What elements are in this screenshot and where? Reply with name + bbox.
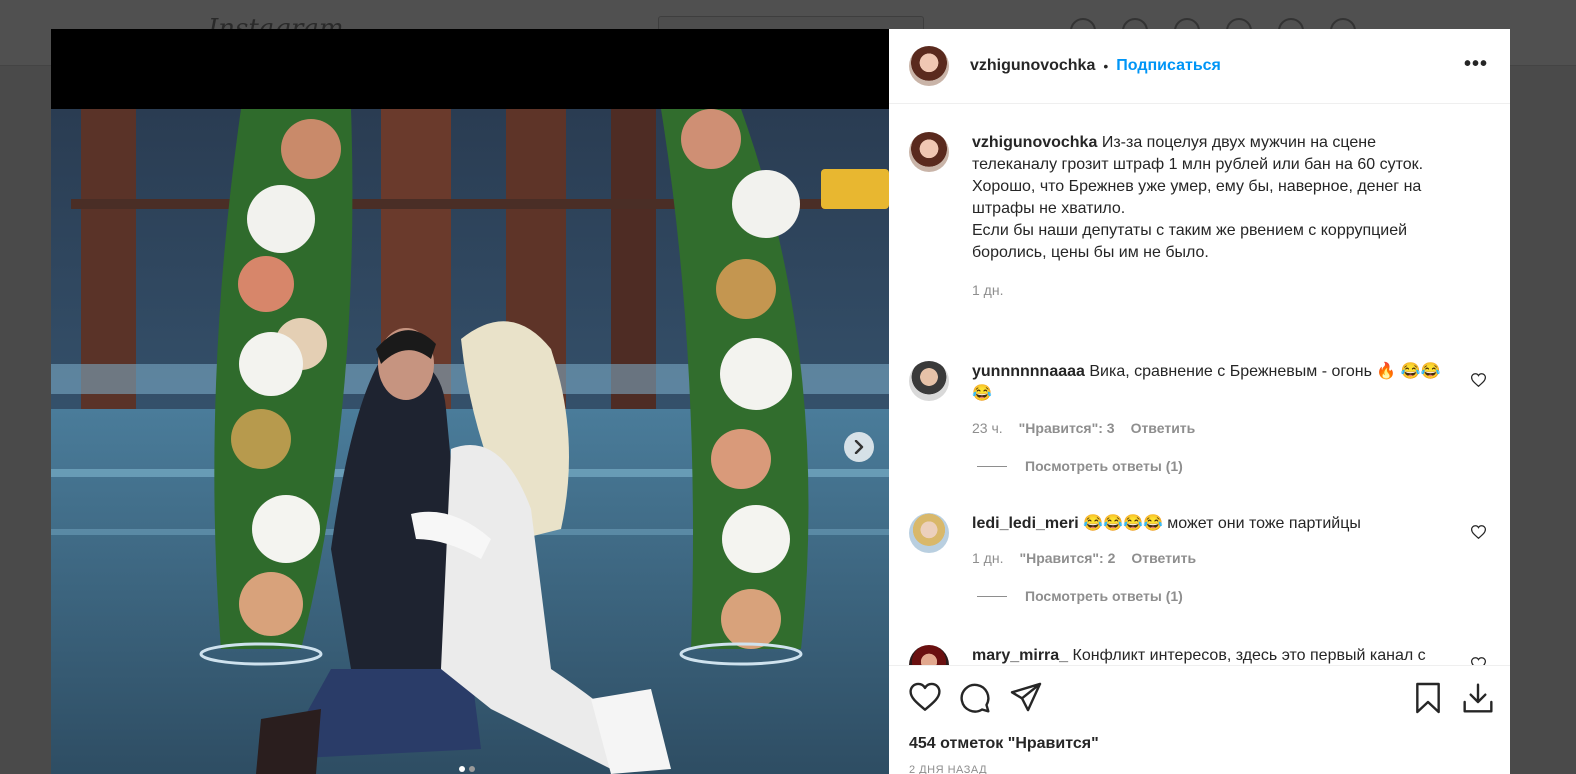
post-header: vzhigunovochka • Подписаться •••	[889, 29, 1510, 104]
comment-text: mary_mirra_ Конфликт интересов, здесь эт…	[972, 645, 1442, 665]
comments-list[interactable]: vzhigunovochka Из-за поцелуя двух мужчин…	[889, 105, 1510, 665]
post-caption: vzhigunovochka Из-за поцелуя двух мужчин…	[909, 132, 1489, 298]
header-separator: •	[1103, 58, 1109, 74]
comment-likes[interactable]: "Нравится": 2	[1019, 550, 1115, 566]
caption-text: vzhigunovochka Из-за поцелуя двух мужчин…	[972, 132, 1442, 264]
comment-time[interactable]: 1 дн.	[972, 550, 1003, 566]
comment-meta: 23 ч. "Нравится": 3 Ответить	[972, 420, 1489, 436]
comment-username[interactable]: mary_mirra_	[972, 647, 1068, 664]
comment-username[interactable]: yunnnnnnaaaa	[972, 363, 1085, 380]
author-username[interactable]: vzhigunovochka	[970, 57, 1095, 75]
likes-count[interactable]: 454 отметок "Нравится"	[909, 735, 1099, 753]
comment-username[interactable]: ledi_ledi_meri	[972, 515, 1079, 532]
comment-text: yunnnnnnaaaa Вика, сравнение с Брежневым…	[972, 361, 1442, 405]
post-media	[51, 29, 889, 774]
carousel-dot-2	[469, 766, 475, 772]
share-icon[interactable]	[1010, 682, 1042, 712]
replies-divider	[977, 465, 1007, 467]
carousel-dot-1	[459, 766, 465, 772]
post-modal: vzhigunovochka • Подписаться ••• vzhigun…	[51, 29, 1510, 774]
comment-meta: 1 дн. "Нравится": 2 Ответить	[972, 550, 1489, 566]
commenter-avatar[interactable]	[909, 645, 949, 665]
comment-likes[interactable]: "Нравится": 3	[1019, 420, 1115, 436]
follow-button[interactable]: Подписаться	[1116, 57, 1221, 75]
reply-button[interactable]: Ответить	[1131, 420, 1196, 436]
caption-meta: 1 дн.	[972, 282, 1489, 298]
comment-time[interactable]: 23 ч.	[972, 420, 1003, 436]
comment-text: ledi_ledi_meri 😂😂😂😂 может они тоже парти…	[972, 513, 1442, 535]
post-date: 2 ДНЯ НАЗАД	[909, 764, 988, 774]
commenter-avatar[interactable]	[909, 513, 949, 553]
replies-divider	[977, 595, 1007, 597]
view-replies-label: Посмотреть ответы (1)	[1025, 458, 1183, 474]
view-replies-label: Посмотреть ответы (1)	[1025, 588, 1183, 604]
author-avatar[interactable]	[909, 46, 949, 86]
view-replies-button[interactable]: Посмотреть ответы (1)	[977, 458, 1489, 474]
caption-body-2: Если бы наши депутаты с таким же рвением…	[972, 222, 1408, 261]
post-photo	[51, 109, 889, 774]
commenter-avatar[interactable]	[909, 361, 949, 401]
post-side-panel: vzhigunovochka • Подписаться ••• vzhigun…	[889, 29, 1510, 774]
next-slide-button[interactable]	[844, 432, 874, 462]
caption-avatar[interactable]	[909, 132, 949, 172]
download-icon[interactable]	[1462, 682, 1494, 714]
comment-item: yunnnnnnaaaa Вика, сравнение с Брежневым…	[909, 361, 1489, 474]
post-actions	[889, 665, 1510, 725]
like-comment-icon[interactable]	[1471, 525, 1486, 539]
reply-button[interactable]: Ответить	[1131, 550, 1196, 566]
caption-username[interactable]: vzhigunovochka	[972, 134, 1097, 151]
bookmark-icon[interactable]	[1414, 682, 1442, 714]
view-replies-button[interactable]: Посмотреть ответы (1)	[977, 588, 1489, 604]
comment-body: 😂😂😂😂 может они тоже партийцы	[1083, 515, 1361, 532]
chevron-right-icon	[854, 440, 864, 454]
caption-time[interactable]: 1 дн.	[972, 282, 1003, 298]
heart-icon[interactable]	[909, 682, 941, 712]
like-comment-icon[interactable]	[1471, 657, 1486, 665]
carousel-indicator	[459, 766, 475, 772]
more-icon[interactable]: •••	[1464, 53, 1488, 76]
comment-item: mary_mirra_ Конфликт интересов, здесь эт…	[909, 645, 1489, 665]
comment-item: ledi_ledi_meri 😂😂😂😂 может они тоже парти…	[909, 513, 1489, 604]
comment-icon[interactable]	[959, 682, 991, 714]
like-comment-icon[interactable]	[1471, 373, 1486, 387]
